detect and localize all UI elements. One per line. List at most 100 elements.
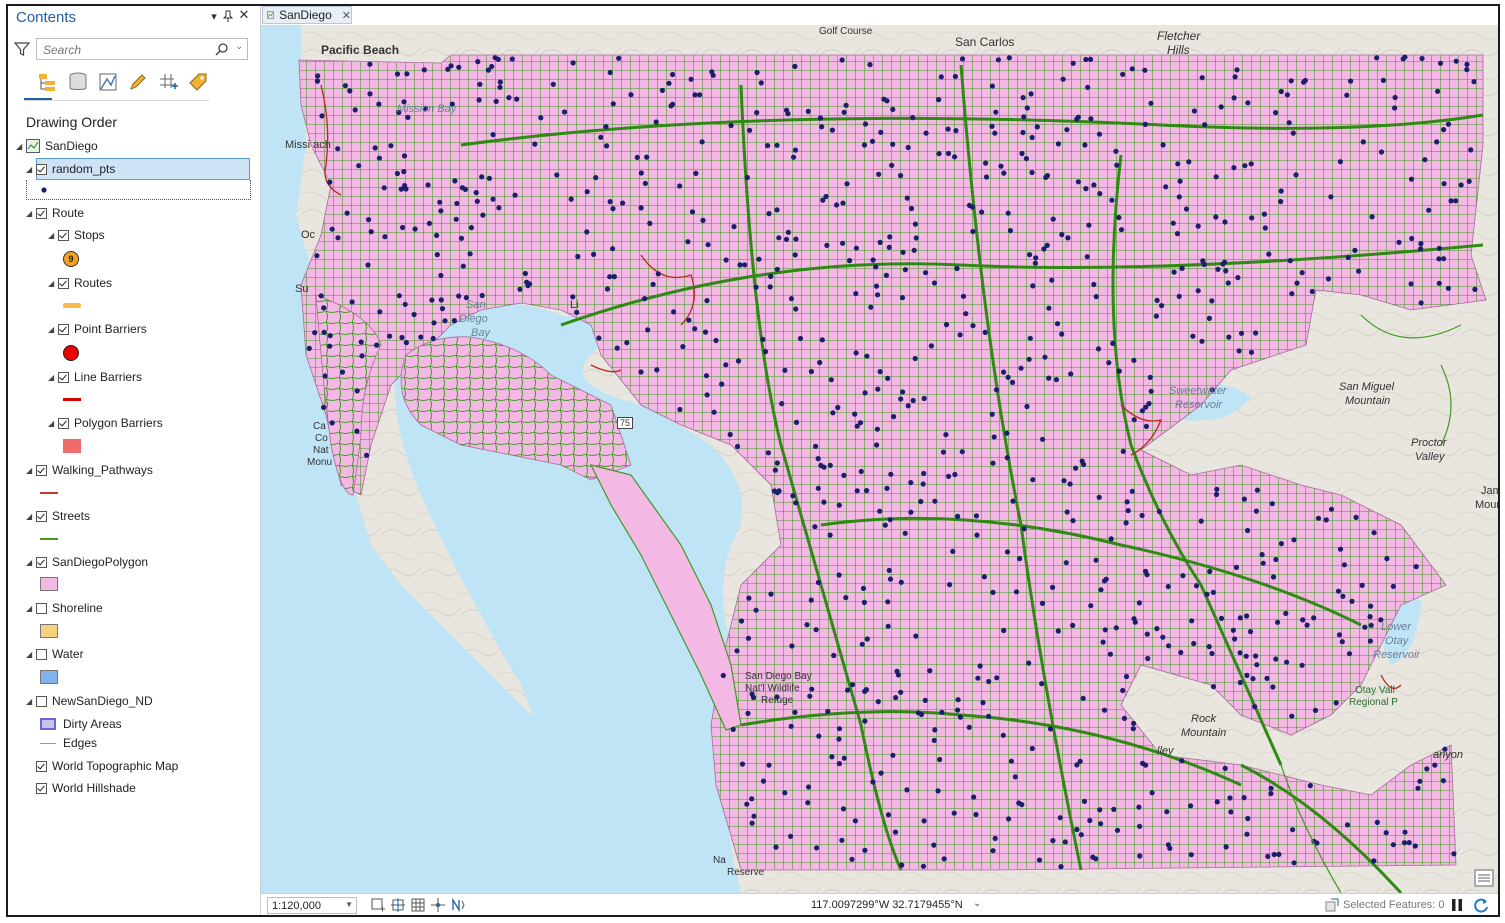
- random-point: [1040, 436, 1046, 442]
- search-input[interactable]: [41, 40, 215, 60]
- random-point: [710, 72, 716, 78]
- chevron-down-icon[interactable]: ▼: [345, 900, 353, 909]
- collapse-icon[interactable]: ◢: [26, 650, 36, 659]
- pause-drawing-icon[interactable]: [1451, 898, 1463, 912]
- layer-world-hillshade[interactable]: World Hillshade: [36, 779, 136, 797]
- collapse-icon[interactable]: ◢: [26, 165, 36, 174]
- list-by-editing-icon[interactable]: [126, 70, 150, 94]
- layer-route[interactable]: ◢ Route: [26, 204, 84, 222]
- list-by-snapping-icon[interactable]: [156, 70, 180, 94]
- collapse-icon[interactable]: ◢: [16, 142, 26, 151]
- layer-shoreline[interactable]: ◢ Shoreline: [26, 599, 103, 617]
- random-point: [584, 229, 590, 235]
- collapse-icon[interactable]: ◢: [26, 466, 36, 475]
- visibility-checkbox[interactable]: [36, 782, 47, 794]
- collapse-icon[interactable]: ◢: [26, 209, 36, 218]
- random-point: [825, 708, 831, 715]
- snapping-icon[interactable]: [431, 898, 445, 912]
- random-point: [607, 69, 613, 76]
- fixed-zoom-in-icon[interactable]: [371, 898, 385, 912]
- random-point: [824, 242, 830, 248]
- visibility-checkbox[interactable]: [36, 207, 47, 219]
- search-icon[interactable]: [215, 42, 229, 56]
- random-point: [1412, 843, 1418, 849]
- layer-sandiegopolygon[interactable]: ◢ SanDiegoPolygon: [26, 553, 148, 571]
- visibility-checkbox[interactable]: [58, 371, 69, 383]
- random-point: [793, 419, 800, 425]
- sublayer-routes[interactable]: ◢ Routes: [48, 274, 112, 292]
- map-legend-icon[interactable]: [1474, 869, 1494, 887]
- layer-newsandiego-nd[interactable]: ◢ NewSanDiego_ND: [26, 692, 153, 710]
- close-pane-icon[interactable]: ✕: [238, 7, 250, 23]
- pin-icon[interactable]: [222, 10, 234, 25]
- pane-options-icon[interactable]: ▾: [208, 10, 220, 23]
- random-point: [746, 595, 752, 601]
- list-by-labeling-icon[interactable]: [186, 70, 210, 94]
- search-field[interactable]: ⌄: [36, 38, 248, 60]
- selected-features-indicator[interactable]: Selected Features: 0: [1325, 898, 1445, 912]
- chevron-down-icon[interactable]: ⌄: [973, 898, 981, 909]
- layer-world-topographic-map[interactable]: World Topographic Map: [36, 757, 178, 775]
- random-point: [890, 141, 896, 147]
- random-point: [932, 498, 938, 504]
- collapse-icon[interactable]: ◢: [26, 558, 36, 567]
- random-point: [931, 737, 937, 744]
- list-by-drawing-order-icon[interactable]: [36, 70, 60, 94]
- random-point: [405, 114, 411, 120]
- sublayer-point-barriers[interactable]: ◢ Point Barriers: [48, 320, 147, 338]
- sublayer-polygon-barriers[interactable]: ◢ Polygon Barriers: [48, 414, 163, 432]
- visibility-checkbox[interactable]: [36, 163, 47, 175]
- random-point: [1241, 496, 1247, 502]
- random-point: [983, 174, 990, 180]
- close-tab-icon[interactable]: ✕: [342, 9, 351, 22]
- random-point: [957, 714, 964, 720]
- collapse-icon[interactable]: ◢: [26, 604, 36, 613]
- random-point: [1148, 100, 1154, 106]
- rotation-north-icon[interactable]: [451, 898, 465, 912]
- collapse-icon[interactable]: ◢: [26, 697, 36, 706]
- visibility-checkbox[interactable]: [58, 417, 69, 429]
- scale-selector[interactable]: 1:120,000 ▼: [267, 897, 357, 914]
- visibility-checkbox[interactable]: [36, 510, 47, 522]
- random-point: [969, 204, 976, 210]
- random-point: [993, 387, 1000, 393]
- visibility-checkbox[interactable]: [58, 229, 69, 241]
- stop-symbol-icon: 9: [63, 251, 79, 267]
- layer-water[interactable]: ◢ Water: [26, 645, 84, 663]
- random-point: [1153, 313, 1159, 319]
- refresh-icon[interactable]: [1473, 897, 1489, 913]
- collapse-icon[interactable]: ◢: [48, 279, 58, 288]
- visibility-checkbox[interactable]: [58, 323, 69, 335]
- random-point: [1118, 227, 1125, 233]
- map-node-sandiego[interactable]: ◢ SanDiego: [16, 137, 98, 155]
- random-point: [1001, 170, 1007, 176]
- sublayer-line-barriers[interactable]: ◢ Line Barriers: [48, 368, 142, 386]
- collapse-icon[interactable]: ◢: [48, 419, 58, 428]
- list-by-selection-icon[interactable]: [96, 70, 120, 94]
- map-view-tab[interactable]: SanDiego ✕: [262, 6, 352, 24]
- sublayer-stops[interactable]: ◢ Stops: [48, 226, 105, 244]
- collapse-icon[interactable]: ◢: [48, 231, 58, 240]
- map-label-refuge-3: Refuge: [761, 695, 794, 706]
- collapse-icon[interactable]: ◢: [48, 325, 58, 334]
- visibility-checkbox[interactable]: [36, 695, 47, 707]
- map-canvas[interactable]: Pacific Beach Mission Bay Missi ach Golf…: [261, 25, 1498, 893]
- search-options-caret[interactable]: ⌄: [235, 41, 243, 52]
- layer-streets[interactable]: ◢ Streets: [26, 507, 90, 525]
- layer-walking-pathways[interactable]: ◢ Walking_Pathways: [26, 461, 153, 479]
- map-label-sweetwater-1: Sweetwater: [1169, 385, 1227, 397]
- grid-icon[interactable]: [411, 898, 425, 912]
- visibility-checkbox[interactable]: [36, 760, 47, 772]
- full-extent-icon[interactable]: [391, 898, 405, 912]
- visibility-checkbox[interactable]: [36, 464, 47, 476]
- list-by-source-icon[interactable]: [66, 70, 90, 94]
- visibility-checkbox[interactable]: [58, 277, 69, 289]
- filter-icon[interactable]: [14, 41, 30, 57]
- collapse-icon[interactable]: ◢: [26, 512, 36, 521]
- visibility-checkbox[interactable]: [36, 648, 47, 660]
- visibility-checkbox[interactable]: [36, 602, 47, 614]
- collapse-icon[interactable]: ◢: [48, 373, 58, 382]
- layer-random-pts[interactable]: ◢ random_pts: [26, 160, 115, 178]
- random-point: [963, 311, 969, 317]
- visibility-checkbox[interactable]: [36, 556, 47, 568]
